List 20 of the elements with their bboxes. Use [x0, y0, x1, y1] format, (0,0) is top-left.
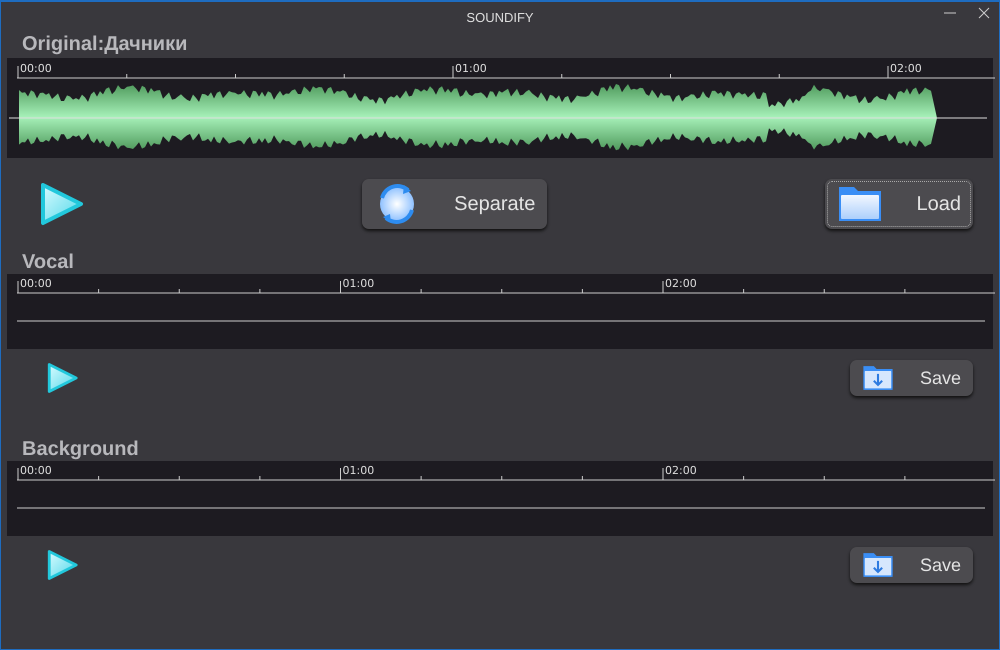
- save-button[interactable]: Save: [850, 547, 973, 583]
- save-button[interactable]: Save: [850, 360, 973, 396]
- time-label: 02:00: [890, 62, 922, 75]
- time-label: 01:00: [455, 62, 487, 75]
- track-title: Background: [21, 437, 139, 461]
- time-label: 01:00: [342, 464, 374, 477]
- time-label: 02:00: [665, 464, 697, 477]
- load-button[interactable]: Load: [824, 179, 973, 229]
- window-title: SOUNDIFY: [466, 10, 534, 24]
- track-title: Original:Дачники: [21, 32, 188, 57]
- time-label: 01:00: [342, 277, 374, 290]
- time-label: 00:00: [20, 464, 52, 477]
- time-label: 00:00: [20, 277, 52, 290]
- close-icon[interactable]: [977, 6, 991, 20]
- time-label: 00:00: [20, 62, 52, 75]
- play-icon[interactable]: [45, 361, 79, 395]
- track-title: Vocal: [21, 250, 74, 274]
- play-icon[interactable]: [45, 548, 79, 582]
- separate-button[interactable]: Separate: [362, 179, 548, 229]
- time-label: 02:00: [665, 277, 697, 290]
